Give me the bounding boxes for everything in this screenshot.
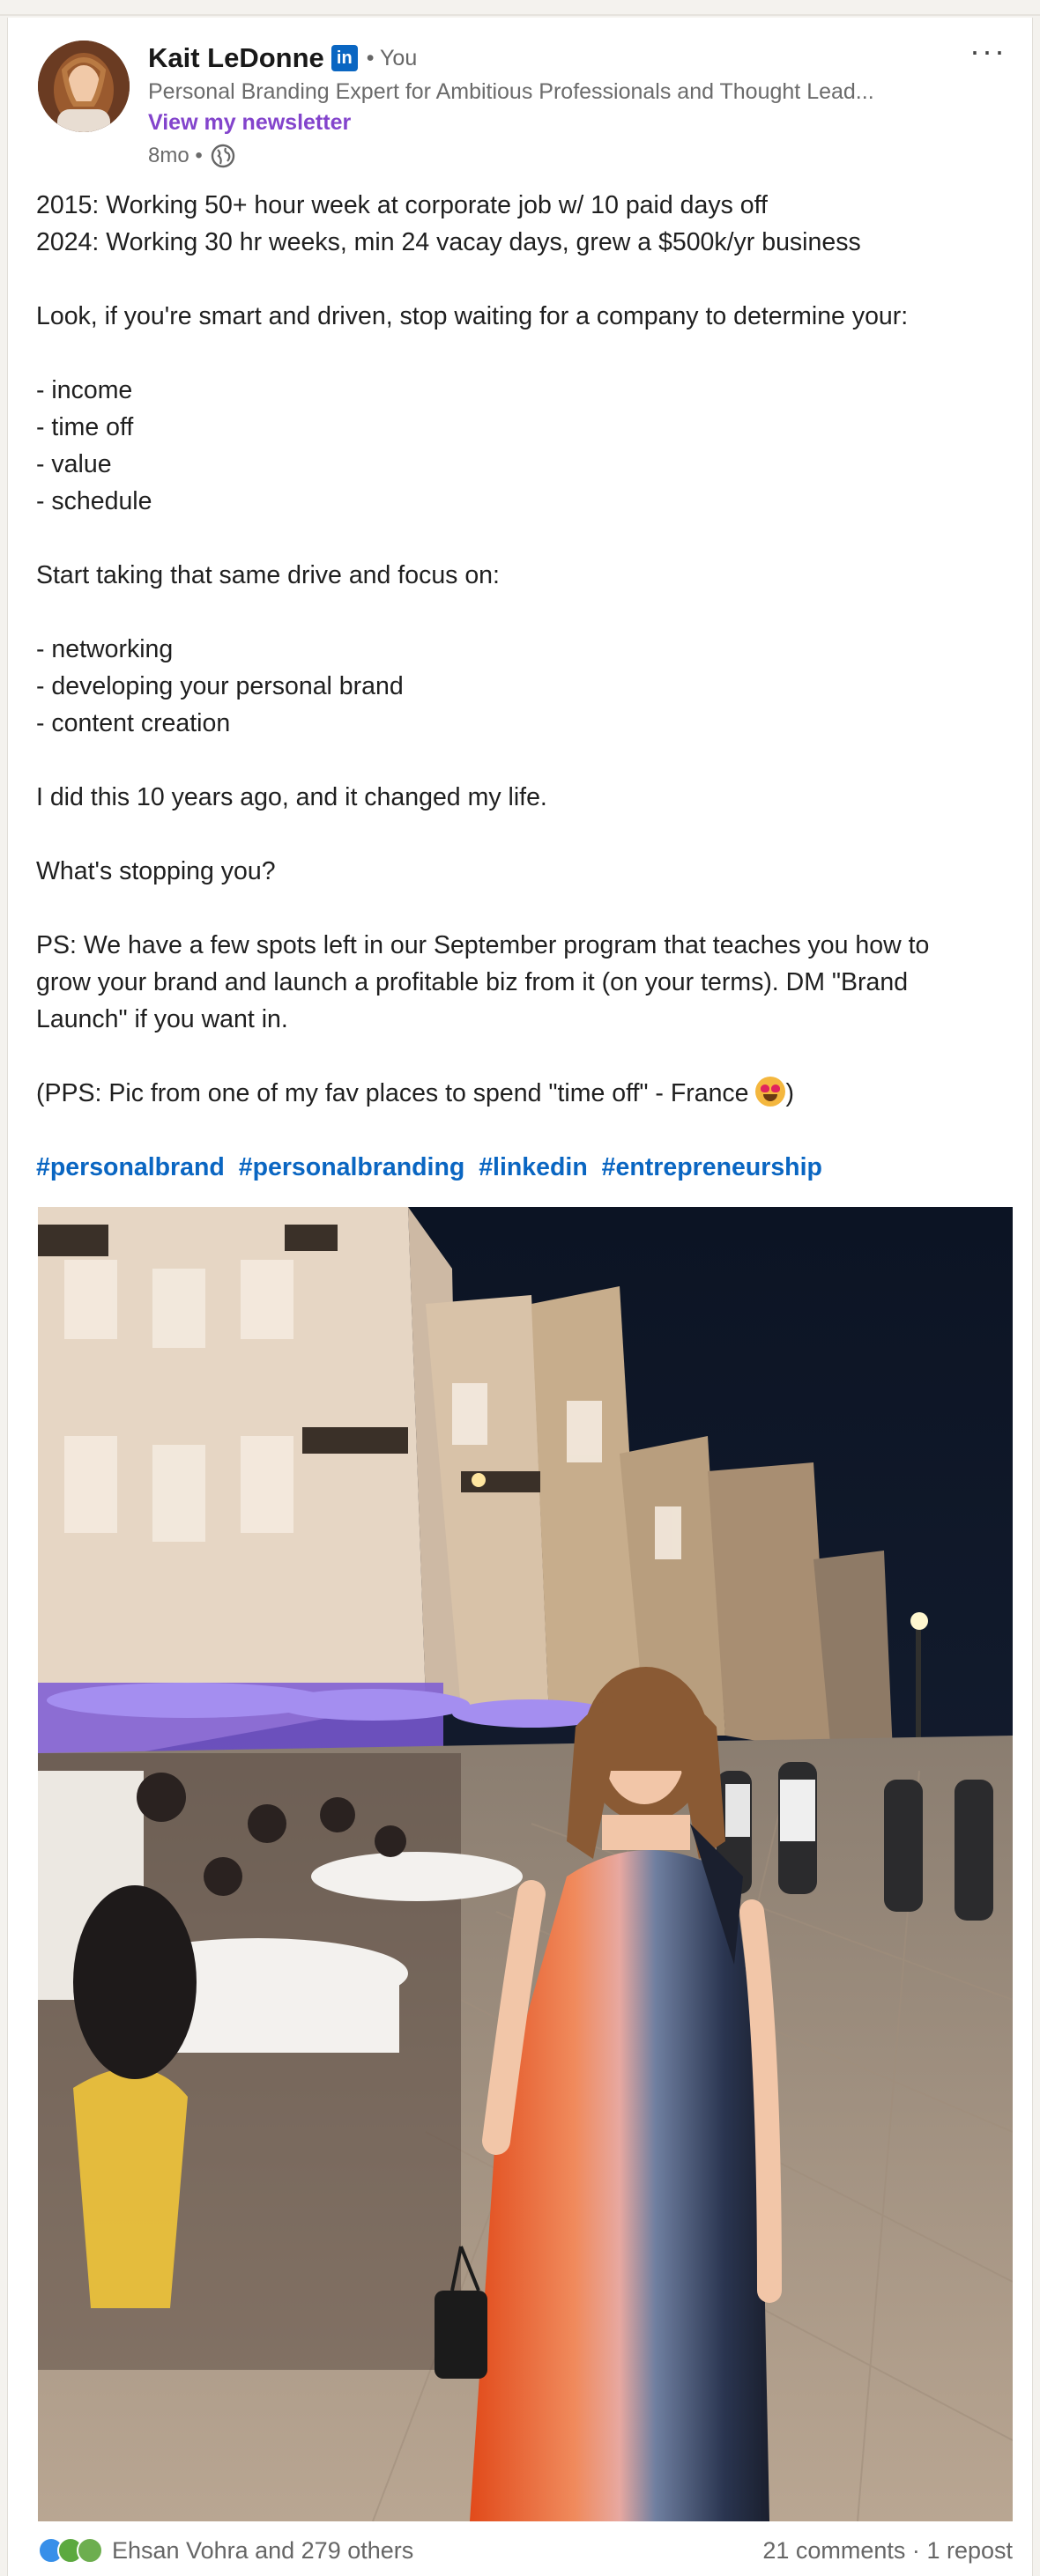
- author-relation: • You: [366, 45, 418, 70]
- body-line: [36, 520, 1014, 557]
- post-timestamp: 8mo •: [148, 143, 977, 169]
- body-line: - value: [36, 450, 112, 478]
- body-line: 2015: Working 50+ hour week at corporate…: [36, 191, 768, 219]
- author-meta: Kait LeDonne in • You Personal Branding …: [148, 41, 977, 169]
- globe-icon: [211, 144, 234, 168]
- body-line: [36, 594, 1014, 631]
- body-line-pps: (PPS: Pic from one of my fav places to s…: [36, 1075, 1014, 1112]
- body-line: - schedule: [36, 487, 152, 515]
- body-line: I did this 10 years ago, and it changed …: [36, 783, 547, 811]
- support-reaction-icon: [77, 2537, 103, 2564]
- more-options-icon[interactable]: ···: [962, 35, 1014, 78]
- hashtags: #personalbrand #personalbranding #linked…: [36, 1149, 1014, 1186]
- body-line: Start taking that same drive and focus o…: [36, 561, 500, 589]
- body-line: [36, 816, 1014, 853]
- author-avatar[interactable]: [38, 41, 130, 132]
- body-line: - content creation: [36, 709, 231, 737]
- body-line: Launch" if you want in.: [36, 1005, 288, 1033]
- body-line: - networking: [36, 635, 174, 663]
- body-line: grow your brand and launch a profitable …: [36, 968, 909, 996]
- reactions-text: Ehsan Vohra and 279 others: [112, 2536, 414, 2564]
- newsletter-link[interactable]: View my newsletter: [148, 110, 977, 136]
- top-strip: [0, 0, 1040, 16]
- comments-link[interactable]: 21 comments: [762, 2537, 905, 2564]
- linkedin-badge-icon: in: [331, 45, 358, 71]
- body-line-spacer: [36, 1112, 1014, 1149]
- body-line: - developing your personal brand: [36, 672, 404, 700]
- body-line: - income: [36, 376, 133, 404]
- post-body: 2015: Working 50+ hour week at corporate…: [36, 187, 1014, 1186]
- body-line: [36, 742, 1014, 779]
- body-line: 2024: Working 30 hr weeks, min 24 vacay …: [36, 228, 861, 256]
- separator: ·: [911, 2536, 920, 2564]
- body-line: [36, 335, 1014, 372]
- author-headline: Personal Branding Expert for Ambitious P…: [148, 79, 874, 104]
- engagement-counts: 21 comments · 1 repost: [762, 2537, 1013, 2565]
- body-line: PS: We have a few spots left in our Sept…: [36, 931, 930, 959]
- social-counts: Ehsan Vohra and 279 others 21 comments ·…: [38, 2530, 1013, 2571]
- hashtag-link[interactable]: #personalbrand: [36, 1153, 225, 1181]
- hashtag-link[interactable]: #personalbranding: [239, 1153, 465, 1181]
- pps-close: ): [785, 1079, 794, 1107]
- hashtag-link[interactable]: #linkedin: [479, 1153, 588, 1181]
- street-scene-image: [38, 1207, 1013, 2521]
- body-line: [36, 261, 1014, 298]
- body-line: - time off: [36, 413, 134, 441]
- reposts-link[interactable]: 1 repost: [926, 2537, 1013, 2564]
- post-header: Kait LeDonne in • You Personal Branding …: [38, 41, 1007, 173]
- avatar-image: [38, 41, 130, 132]
- post-card: Kait LeDonne in • You Personal Branding …: [7, 18, 1033, 2576]
- body-line: What's stopping you?: [36, 857, 276, 885]
- name-row: Kait LeDonne in • You: [148, 41, 977, 76]
- heart-eyes-emoji: [755, 1077, 786, 1107]
- body-line: [36, 1038, 1014, 1075]
- body-line: Look, if you're smart and driven, stop w…: [36, 302, 909, 330]
- post-time: 8mo •: [148, 144, 203, 167]
- author-name[interactable]: Kait LeDonne: [148, 42, 324, 74]
- post-photo[interactable]: [38, 1207, 1013, 2521]
- hashtag-link[interactable]: #entrepreneurship: [602, 1153, 822, 1181]
- reactions-summary[interactable]: Ehsan Vohra and 279 others: [38, 2537, 413, 2565]
- pps-text: (PPS: Pic from one of my fav places to s…: [36, 1079, 749, 1107]
- body-line: [36, 890, 1014, 927]
